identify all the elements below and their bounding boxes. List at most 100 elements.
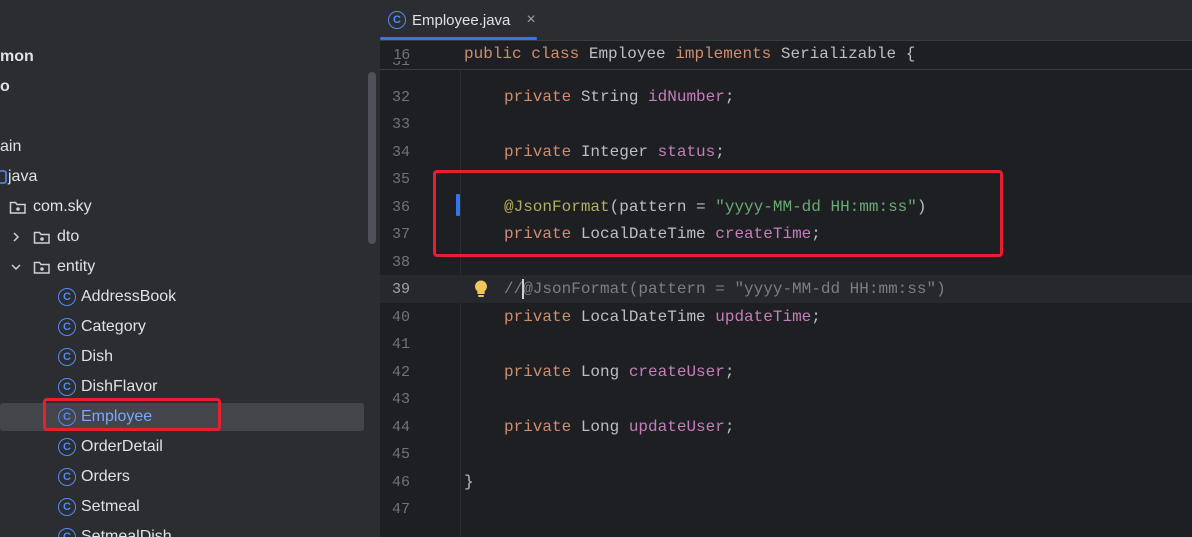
tree-item-orderdetail[interactable]: C OrderDetail bbox=[0, 432, 372, 462]
tree-item-label: o bbox=[0, 78, 10, 95]
code-token: private bbox=[504, 143, 572, 161]
class-icon: C bbox=[58, 438, 76, 456]
line-number: 46 bbox=[391, 473, 410, 491]
line-number: 34 bbox=[391, 143, 410, 161]
class-icon: C bbox=[58, 348, 76, 366]
tree-item-setmealdish[interactable]: C SetmealDish bbox=[0, 522, 372, 537]
code-token: updateTime bbox=[715, 308, 812, 326]
package-icon bbox=[9, 201, 26, 214]
tree-item-dto[interactable]: dto bbox=[0, 222, 372, 252]
chevron-right-icon[interactable] bbox=[9, 230, 23, 244]
code-line[interactable]: 32 private String idNumber; bbox=[380, 83, 1192, 111]
code-text: private LocalDateTime updateTime; bbox=[504, 308, 821, 326]
tree-item-label: SetmealDish bbox=[81, 528, 172, 537]
tree-item-dish[interactable]: C Dish bbox=[0, 342, 372, 372]
line-number: 32 bbox=[391, 88, 410, 106]
tree-item-common-module[interactable]: mon bbox=[0, 42, 372, 72]
code-token: updateUser bbox=[628, 418, 725, 436]
tree-item-label: AddressBook bbox=[81, 288, 177, 305]
class-icon: C bbox=[58, 498, 76, 516]
code-token: // bbox=[504, 280, 524, 298]
code-token: ; bbox=[724, 88, 735, 106]
tree-item-com-sky[interactable]: com.sky bbox=[0, 192, 372, 222]
package-icon bbox=[33, 261, 50, 274]
code-text: } bbox=[464, 473, 474, 491]
tree-item-label: OrderDetail bbox=[81, 438, 163, 455]
project-tool-window: mon o ain java com.sky dto entity C Addr… bbox=[0, 0, 380, 537]
highlight-box-employee bbox=[43, 398, 221, 431]
tree-item-label: Orders bbox=[81, 468, 130, 485]
tree-item-label: Category bbox=[81, 318, 146, 335]
code-token: LocalDateTime bbox=[571, 308, 716, 326]
tab-employee-java[interactable]: C Employee.java × bbox=[388, 0, 536, 40]
line-number: 43 bbox=[391, 390, 410, 408]
tree-item-label: Setmeal bbox=[81, 498, 140, 515]
editor-tab-bar: C Employee.java × bbox=[380, 0, 1192, 41]
line-number: 35 bbox=[391, 170, 410, 188]
code-line[interactable]: 43 bbox=[380, 385, 1192, 413]
tree-item-label: com.sky bbox=[33, 198, 92, 215]
code-token: @JsonFormat(pattern = "yyyy-MM-dd HH:mm:… bbox=[523, 280, 946, 298]
tree-item-module[interactable]: o bbox=[0, 72, 372, 102]
code-line[interactable]: 44 private Long updateUser; bbox=[380, 413, 1192, 441]
tree-item-label: Dish bbox=[81, 348, 114, 365]
code-text: private Long createUser; bbox=[504, 363, 734, 381]
tree-item-main[interactable]: ain bbox=[0, 132, 372, 162]
lightbulb-icon[interactable] bbox=[472, 279, 490, 299]
code-line[interactable]: 46 } bbox=[380, 468, 1192, 496]
line-number: 38 bbox=[391, 253, 410, 271]
code-token: ; bbox=[811, 308, 821, 326]
code-token: status bbox=[657, 143, 716, 161]
code-line[interactable]: 41 bbox=[380, 330, 1192, 358]
tree-item-setmeal[interactable]: C Setmeal bbox=[0, 492, 372, 522]
tab-label: Employee.java bbox=[412, 11, 511, 29]
close-icon[interactable]: × bbox=[526, 11, 535, 29]
tree-item-label: mon bbox=[0, 48, 34, 65]
code-text: private String idNumber; bbox=[504, 88, 734, 106]
code-line[interactable]: 47 bbox=[380, 495, 1192, 523]
code-token: Integer bbox=[571, 143, 658, 161]
code-token: Long bbox=[571, 418, 629, 436]
tree-item-blank[interactable] bbox=[0, 102, 372, 132]
code-line[interactable]: 42 private Long createUser; bbox=[380, 358, 1192, 386]
code-token: ; bbox=[724, 363, 735, 381]
code-line[interactable]: 33 bbox=[380, 110, 1192, 138]
code-line[interactable]: 34 private Integer status; bbox=[380, 138, 1192, 166]
code-token: createUser bbox=[628, 363, 725, 381]
line-number: 36 bbox=[391, 198, 410, 216]
active-tab-indicator bbox=[380, 37, 537, 40]
class-icon: C bbox=[58, 288, 76, 306]
line-number: 41 bbox=[391, 335, 410, 353]
tree-item-label: DishFlavor bbox=[81, 378, 158, 395]
code-token: private bbox=[504, 363, 572, 381]
code-line-current[interactable]: 39 //@JsonFormat(pattern = "yyyy-MM-dd H… bbox=[380, 275, 1192, 303]
line-number: 37 bbox=[391, 225, 410, 243]
package-icon bbox=[33, 231, 50, 244]
code-token: String bbox=[571, 88, 649, 106]
tree-item-addressbook[interactable]: C AddressBook bbox=[0, 282, 372, 312]
code-text: private Integer status; bbox=[504, 143, 725, 161]
tree-item-entity[interactable]: entity bbox=[0, 252, 372, 282]
line-number: 45 bbox=[391, 445, 410, 463]
line-number: 33 bbox=[391, 115, 410, 133]
line-number: 31 bbox=[391, 61, 410, 70]
code-editor[interactable]: C Employee.java × 16 public class Employ… bbox=[380, 0, 1192, 537]
code-line[interactable]: 45 bbox=[380, 440, 1192, 468]
code-text: private Long updateUser; bbox=[504, 418, 734, 436]
code-line[interactable]: 40 private LocalDateTime updateTime; bbox=[380, 303, 1192, 331]
chevron-down-icon[interactable] bbox=[9, 260, 23, 274]
class-icon: C bbox=[58, 318, 76, 336]
sidebar-scrollbar[interactable] bbox=[368, 72, 376, 244]
tree-item-orders[interactable]: C Orders bbox=[0, 462, 372, 492]
tree-item-label: dto bbox=[57, 228, 80, 245]
code-token: ; bbox=[715, 143, 725, 161]
source-folder-icon bbox=[0, 170, 7, 184]
class-icon: C bbox=[58, 528, 76, 537]
highlight-box-annotation bbox=[433, 170, 1003, 257]
tree-item-category[interactable]: C Category bbox=[0, 312, 372, 342]
class-icon: C bbox=[58, 468, 76, 486]
line-number: 42 bbox=[391, 363, 410, 381]
class-icon: C bbox=[388, 11, 406, 29]
tree-item-java[interactable]: java bbox=[0, 162, 372, 192]
line-number: 39 bbox=[391, 280, 410, 298]
